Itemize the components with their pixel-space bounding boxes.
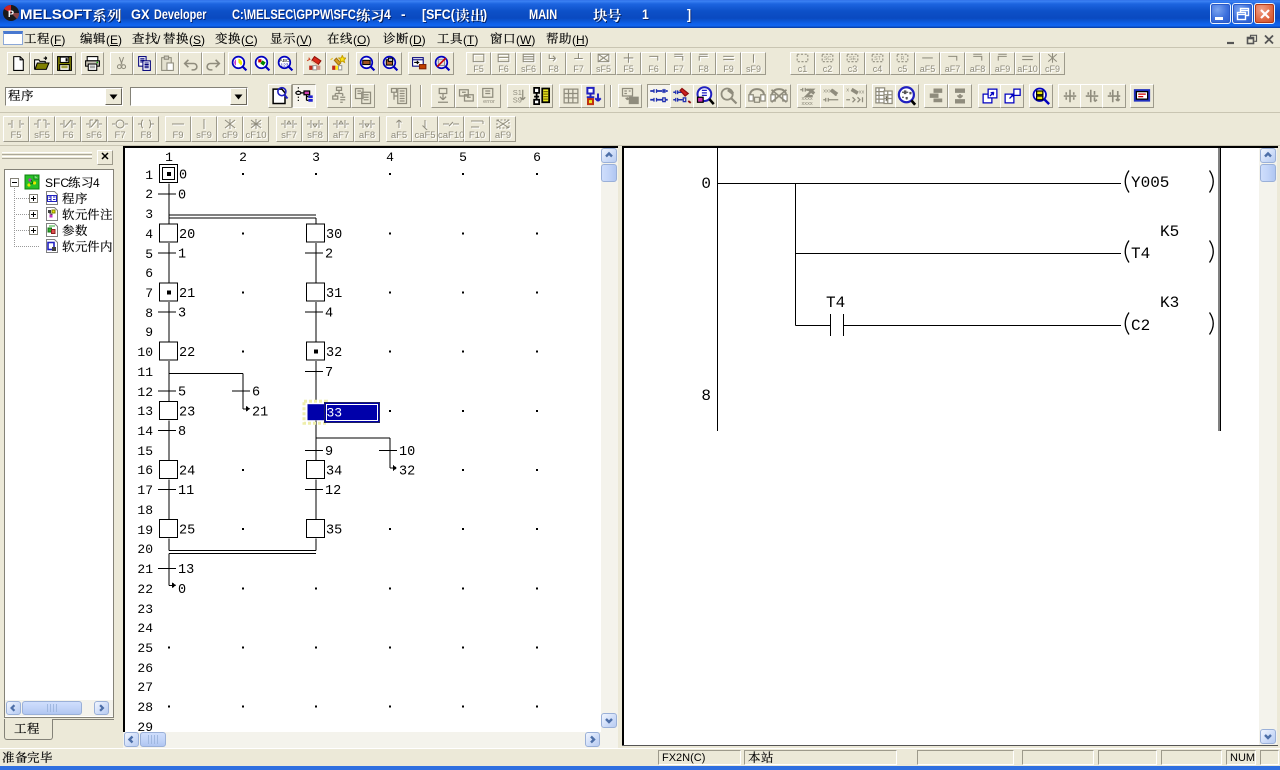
svg-text:0: 0: [178, 583, 186, 598]
svg-text:13: 13: [178, 563, 194, 578]
svg-text:24: 24: [179, 465, 195, 480]
svg-text:x: x: [835, 92, 838, 98]
svg-text:33: 33: [327, 405, 343, 420]
svg-text:7: 7: [325, 366, 333, 381]
svg-text:3: 3: [312, 150, 320, 165]
svg-text:P: P: [8, 9, 14, 19]
svg-text:123: 123: [280, 63, 288, 69]
svg-text:0: 0: [178, 188, 186, 203]
svg-text:S9: S9: [513, 95, 522, 104]
svg-text:24: 24: [137, 621, 153, 636]
svg-text:13: 13: [137, 404, 153, 419]
svg-text:xxxx: xxxx: [802, 101, 813, 106]
svg-text:error: error: [483, 99, 495, 105]
svg-text:SC: SC: [824, 56, 832, 62]
svg-text:K5: K5: [1160, 223, 1179, 241]
svg-text:0: 0: [179, 169, 187, 184]
svg-text:25: 25: [179, 524, 195, 539]
svg-text:T4: T4: [1131, 245, 1150, 263]
svg-text:SE: SE: [849, 56, 857, 62]
svg-text:0: 0: [701, 175, 711, 193]
svg-text:22: 22: [137, 582, 153, 597]
svg-text:ST: ST: [874, 56, 882, 62]
svg-text:12: 12: [325, 484, 341, 499]
svg-text:21: 21: [137, 562, 153, 577]
svg-text:2: 2: [145, 187, 153, 202]
svg-text:23: 23: [137, 602, 153, 617]
svg-text:18: 18: [137, 503, 153, 518]
svg-text:29: 29: [137, 720, 153, 732]
svg-text:5: 5: [178, 386, 186, 401]
svg-text:16: 16: [137, 463, 153, 478]
svg-text:7: 7: [145, 286, 153, 301]
svg-text:17: 17: [137, 483, 153, 498]
svg-text:4: 4: [386, 150, 394, 165]
svg-text:5: 5: [145, 247, 153, 262]
svg-text:4: 4: [145, 227, 153, 242]
svg-text:K3: K3: [1160, 294, 1179, 312]
svg-text:27: 27: [137, 680, 153, 695]
svg-text:21: 21: [252, 405, 268, 420]
svg-text:Y005: Y005: [1131, 174, 1169, 192]
svg-text:3: 3: [145, 207, 153, 222]
svg-text:11: 11: [137, 365, 153, 380]
svg-text:22: 22: [179, 346, 195, 361]
svg-text:6: 6: [252, 386, 260, 401]
svg-text:21: 21: [179, 287, 195, 302]
svg-text:R: R: [901, 56, 905, 62]
svg-text:9: 9: [145, 325, 153, 340]
svg-text:11: 11: [178, 484, 194, 499]
svg-text:34: 34: [326, 465, 342, 480]
svg-text:3: 3: [178, 307, 186, 322]
svg-text:8: 8: [145, 306, 153, 321]
svg-text:32: 32: [399, 465, 415, 480]
svg-text:C2: C2: [1131, 317, 1150, 335]
svg-text:4: 4: [325, 307, 333, 322]
svg-text:10: 10: [399, 445, 415, 460]
svg-text:9: 9: [325, 445, 333, 460]
svg-text:5: 5: [459, 150, 467, 165]
svg-text:32: 32: [326, 346, 342, 361]
svg-text:15: 15: [137, 444, 153, 459]
svg-text:1: 1: [178, 248, 186, 263]
svg-text:28: 28: [137, 700, 153, 715]
svg-text:14: 14: [137, 424, 153, 439]
svg-text:8: 8: [701, 387, 711, 405]
svg-text:2: 2: [239, 150, 247, 165]
svg-text:23: 23: [179, 405, 195, 420]
svg-text:30: 30: [326, 228, 342, 243]
svg-text:10: 10: [137, 345, 153, 360]
svg-text:12: 12: [137, 385, 153, 400]
svg-text:19: 19: [137, 523, 153, 538]
svg-text:20: 20: [137, 542, 153, 557]
svg-text:20: 20: [179, 228, 195, 243]
svg-text:T4: T4: [826, 294, 845, 312]
svg-text:25: 25: [137, 641, 153, 656]
svg-text:x: x: [846, 88, 849, 94]
svg-text:6: 6: [145, 266, 153, 281]
svg-text:26: 26: [137, 661, 153, 676]
svg-text:35: 35: [326, 524, 342, 539]
svg-text:1: 1: [165, 150, 173, 165]
svg-text:1: 1: [145, 168, 153, 183]
svg-text:31: 31: [326, 287, 342, 302]
svg-text:xx: xx: [859, 90, 865, 96]
svg-text:8: 8: [178, 425, 186, 440]
svg-text:2: 2: [325, 248, 333, 263]
svg-text:6: 6: [533, 150, 541, 165]
